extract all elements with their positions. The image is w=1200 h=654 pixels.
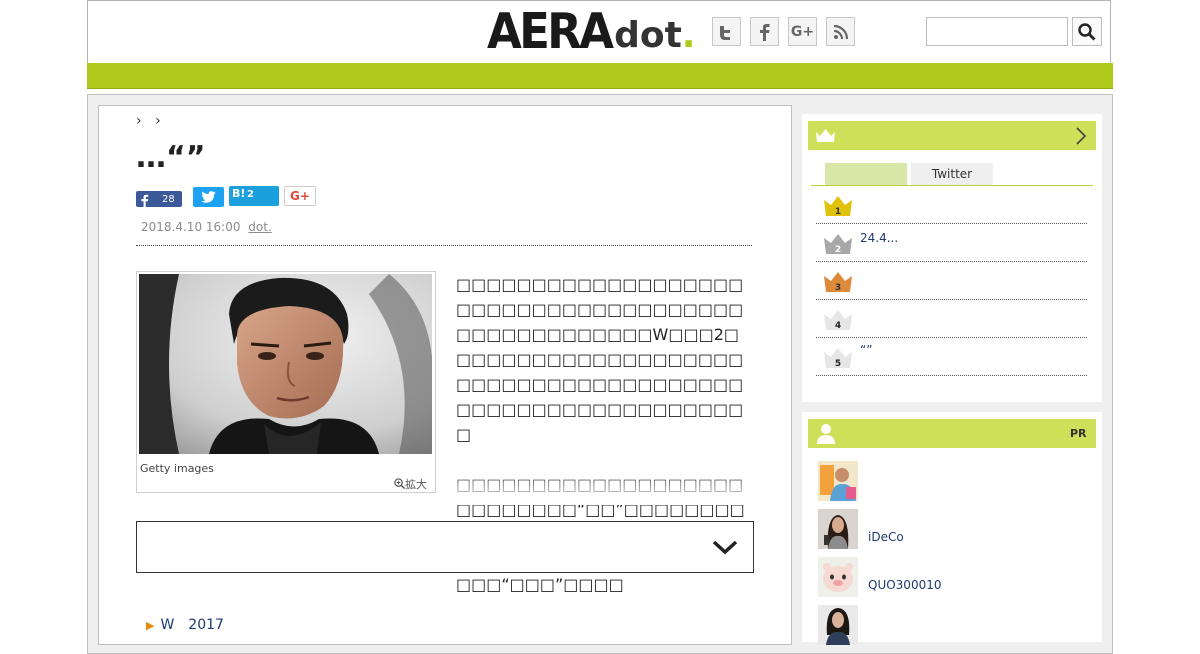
rank-number: 5	[835, 359, 841, 369]
user-icon	[817, 424, 835, 444]
facebook-share-button[interactable]: 28	[136, 191, 182, 207]
crown-icon: 4	[824, 310, 852, 331]
search-icon	[1078, 22, 1096, 40]
logo-dot-text: dot.	[614, 15, 696, 56]
search-button[interactable]	[1072, 17, 1102, 46]
chevron-down-icon	[712, 540, 738, 555]
text-fade	[440, 470, 770, 505]
triangle-right-icon: ▶	[146, 619, 155, 632]
nav-bar	[87, 63, 1113, 89]
ranking-tab-twitter[interactable]: Twitter	[911, 163, 993, 185]
ranking-item-title: 24.4...	[860, 231, 899, 245]
ranking-item[interactable]: 3	[816, 263, 1087, 300]
zoom-label: 拡大	[405, 478, 427, 491]
crown-icon	[816, 129, 835, 142]
rank-number: 2	[835, 245, 841, 255]
facebook-icon[interactable]	[750, 17, 779, 46]
article-title: …“”	[136, 140, 206, 175]
hatena-bookmark-icon: B!	[232, 187, 246, 200]
google-plus-share-button[interactable]: G+	[284, 186, 316, 206]
source-link[interactable]: dot.	[248, 220, 271, 234]
pr-item-title[interactable]: iDeCo	[868, 530, 904, 544]
facebook-icon	[141, 194, 149, 207]
ranking-tab-access[interactable]	[825, 163, 907, 185]
breadcrumb-separator: ›	[155, 113, 161, 129]
pr-thumbnail[interactable]	[818, 605, 858, 645]
article-meta: 2018.4.10 16:00 dot.	[141, 220, 272, 234]
pr-header	[808, 419, 1096, 448]
chevron-right-icon[interactable]	[1075, 126, 1087, 146]
hatena-bookmark-button[interactable]: B! 2	[229, 186, 279, 206]
logo-aera-text: AERA	[487, 3, 614, 60]
ranking-header	[808, 121, 1096, 150]
crown-icon: 5	[824, 348, 852, 369]
crown-gold-icon: 1	[824, 196, 852, 217]
ranking-item-title: “”	[860, 343, 873, 357]
twitter-icon	[201, 191, 216, 203]
search-input[interactable]	[926, 17, 1068, 46]
twitter-icon[interactable]	[712, 17, 741, 46]
rss-icon[interactable]	[826, 17, 855, 46]
breadcrumb: › ›	[136, 113, 161, 129]
related-link[interactable]: ▶ W 2017	[146, 614, 224, 634]
read-more-button[interactable]	[136, 521, 754, 573]
rank-number: 4	[835, 321, 841, 331]
pr-label: PR	[1070, 427, 1087, 440]
ranking-item[interactable]: 1	[816, 187, 1087, 224]
pr-thumbnail[interactable]	[818, 509, 858, 549]
body-paragraph: □□□□□□□□□□□□□□□□□□□□□□□□□□□□□□□□□□□□□□□□…	[456, 275, 744, 444]
hatena-bookmark-count: 2	[247, 189, 254, 200]
rank-number: 3	[835, 283, 841, 293]
facebook-share-count: 28	[162, 194, 175, 205]
publish-date: 2018.4.10 16:00	[141, 220, 241, 234]
crown-bronze-icon: 3	[824, 272, 852, 293]
rank-number: 1	[835, 207, 841, 217]
pr-thumbnail[interactable]	[818, 461, 858, 501]
pr-thumbnail[interactable]	[818, 557, 858, 597]
divider	[136, 245, 752, 246]
crown-silver-icon: 2	[824, 234, 852, 255]
google-plus-icon[interactable]: G+	[788, 17, 817, 46]
zoom-button[interactable]: 拡大	[394, 476, 427, 492]
divider	[811, 185, 1093, 186]
zoom-in-icon	[394, 478, 406, 490]
ranking-item[interactable]: 5 “”	[816, 339, 1087, 376]
pr-item-title[interactable]: QUO300010	[868, 578, 941, 592]
article-photo[interactable]	[139, 274, 432, 454]
photo-caption: Getty images	[140, 462, 214, 475]
tweet-button[interactable]	[193, 187, 224, 207]
breadcrumb-separator: ›	[136, 113, 142, 129]
site-logo[interactable]: AERA dot.	[487, 6, 695, 58]
ranking-item[interactable]: 4	[816, 301, 1087, 338]
ranking-item[interactable]: 2 24.4...	[816, 225, 1087, 262]
